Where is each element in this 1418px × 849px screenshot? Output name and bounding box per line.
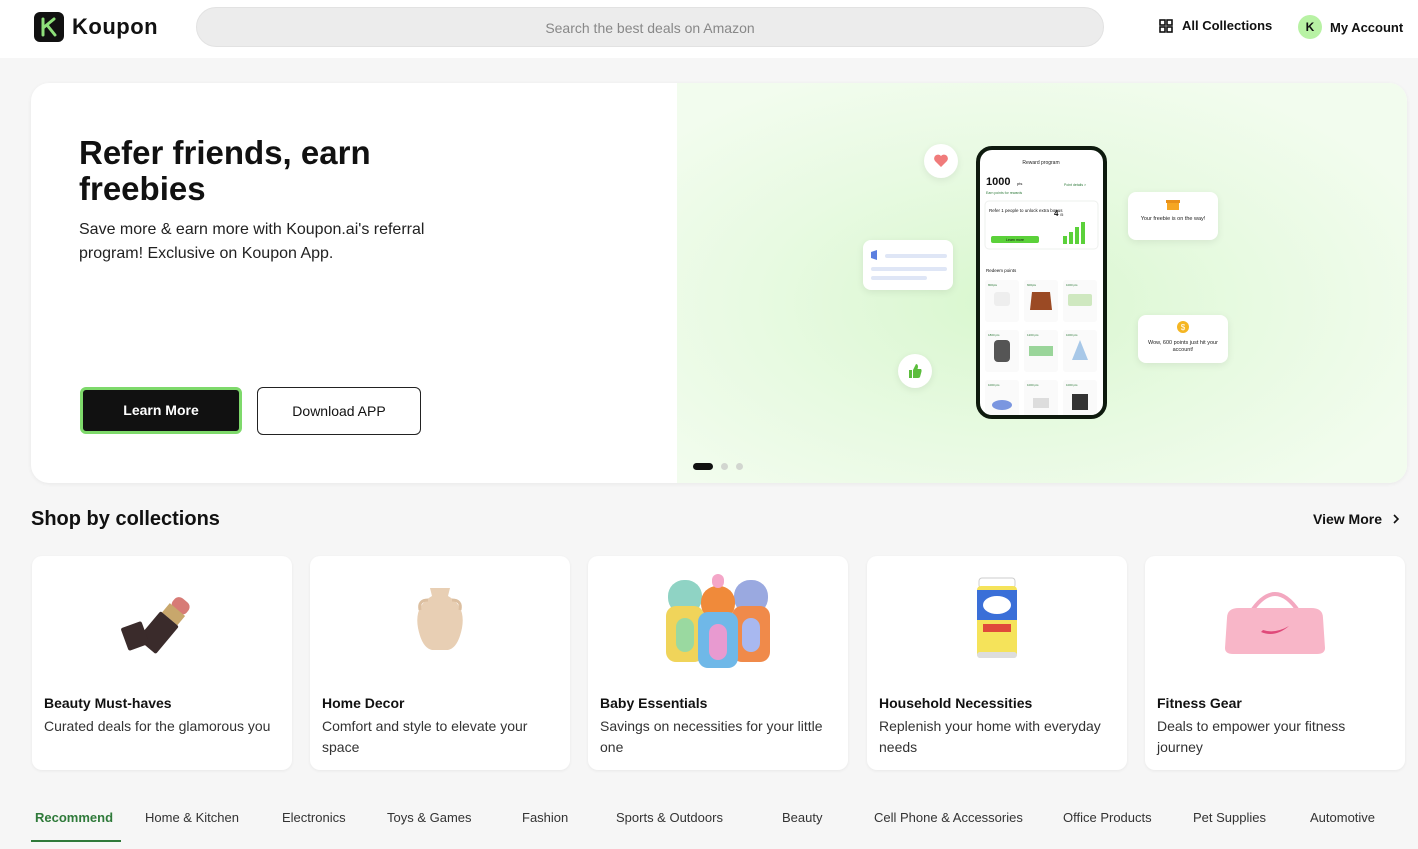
svg-text:1000 pts: 1000 pts xyxy=(1066,383,1078,387)
collection-card-household[interactable]: Household Necessities Replenish your hom… xyxy=(867,556,1127,770)
svg-text:600pts: 600pts xyxy=(1027,283,1037,287)
card-desc: Comfort and style to elevate your space xyxy=(322,718,528,755)
carousel-dot-3[interactable] xyxy=(736,463,743,470)
tab-pet-supplies[interactable]: Pet Supplies xyxy=(1193,810,1266,825)
card-desc: Savings on necessities for your little o… xyxy=(600,718,823,755)
hero-banner: Refer friends, earn freebies Save more &… xyxy=(31,83,1407,483)
coin-icon: $ xyxy=(1177,321,1189,333)
koupon-logo-icon xyxy=(34,12,64,42)
phone-mockup: Reward program 1000 pts Point details > … xyxy=(976,146,1107,419)
view-more-label: View More xyxy=(1313,511,1382,527)
tab-electronics[interactable]: Electronics xyxy=(282,810,346,825)
svg-text:1000 pts: 1000 pts xyxy=(988,383,1000,387)
svg-text:1000 pts: 1000 pts xyxy=(1027,383,1039,387)
all-collections-label: All Collections xyxy=(1182,18,1273,33)
card-title: Home Decor xyxy=(322,695,405,711)
hero-subtitle: Save more & earn more with Koupon.ai's r… xyxy=(79,221,425,262)
collection-card-baby[interactable]: Baby Essentials Savings on necessities f… xyxy=(588,556,848,770)
learn-more-button[interactable]: Learn More xyxy=(80,387,242,434)
carousel-dots xyxy=(693,463,751,470)
svg-text:1200 pts: 1200 pts xyxy=(1027,333,1039,337)
gym-bag-image xyxy=(1225,592,1325,654)
message-bubble xyxy=(863,240,953,290)
collection-card-beauty[interactable]: Beauty Must-haves Curated deals for the … xyxy=(32,556,292,770)
phone-reward-grid: 800pts 600pts 1000 pts 1800 pts 1200 pts… xyxy=(985,280,1097,415)
card-title: Fitness Gear xyxy=(1157,695,1242,711)
tab-cell-phone[interactable]: Cell Phone & Accessories xyxy=(874,810,1023,825)
phone-refer-text: Refer 1 people to unlock extra bonus xyxy=(989,208,1063,213)
tab-office-products[interactable]: Office Products xyxy=(1063,810,1152,825)
freebie-bubble: Your freebie is on the way! xyxy=(1128,192,1218,240)
search-placeholder: Search the best deals on Amazon xyxy=(545,20,755,36)
heart-icon xyxy=(924,144,958,178)
svg-text:$: $ xyxy=(1181,323,1186,332)
svg-text:1800 pts: 1800 pts xyxy=(988,333,1000,337)
my-account-label: My Account xyxy=(1330,19,1404,35)
card-desc: Curated deals for the glamorous you xyxy=(44,718,271,734)
collections-title: Shop by collections xyxy=(31,508,220,530)
active-tab-indicator xyxy=(31,840,121,842)
baby-bottles-image xyxy=(666,574,770,668)
card-desc: Deals to empower your fitness journey xyxy=(1157,718,1346,755)
phone-earn-points: Earn points for rewards xyxy=(986,191,1022,195)
thumbs-up-icon xyxy=(898,354,932,388)
logo-text: Koupon xyxy=(72,14,159,39)
disinfectant-wipes-image xyxy=(977,577,1017,658)
phone-refer-count: 4 xyxy=(1054,209,1059,218)
avatar: K xyxy=(1298,15,1322,39)
all-collections-link[interactable]: All Collections xyxy=(1159,18,1272,33)
vase-image xyxy=(417,588,463,650)
card-title: Baby Essentials xyxy=(600,695,708,711)
tab-home-kitchen[interactable]: Home & Kitchen xyxy=(145,810,239,825)
tab-beauty[interactable]: Beauty xyxy=(782,810,822,825)
grid-icon xyxy=(1159,18,1173,33)
carousel-dot-2[interactable] xyxy=(721,463,728,470)
phone-points: 1000 xyxy=(986,176,1010,188)
lipstick-image xyxy=(121,597,190,654)
chevron-right-icon xyxy=(1393,514,1400,524)
collection-card-home-decor[interactable]: Home Decor Comfort and style to elevate … xyxy=(310,556,570,770)
logo[interactable]: Koupon xyxy=(34,12,158,42)
svg-text:1000 pts: 1000 pts xyxy=(1066,333,1078,337)
megaphone-icon xyxy=(871,250,947,280)
tab-fashion[interactable]: Fashion xyxy=(522,810,568,825)
top-header: Koupon Search the best deals on Amazon A… xyxy=(0,0,1418,58)
svg-text:1000 pts: 1000 pts xyxy=(1066,283,1078,287)
card-title: Beauty Must-haves xyxy=(44,695,172,711)
phone-redeem: Redeem points xyxy=(986,268,1017,273)
phone-header: Reward program xyxy=(1022,160,1059,166)
freebie-text: Your freebie is on the way! xyxy=(1140,216,1206,222)
tab-recommend[interactable]: Recommend xyxy=(35,810,113,825)
points-bubble: $ Wow, 600 points just hit your account! xyxy=(1138,315,1228,363)
svg-text:800pts: 800pts xyxy=(988,283,998,287)
hero-title: Refer friends, earn freebies xyxy=(79,134,371,207)
tab-automotive[interactable]: Automotive xyxy=(1310,810,1375,825)
phone-point-details: Point details > xyxy=(1064,183,1086,187)
category-tabs: Recommend Home & Kitchen Electronics Toy… xyxy=(31,810,1407,844)
phone-points-unit: pts xyxy=(1017,181,1022,186)
points-text: Wow, 600 points just hit your account! xyxy=(1148,340,1218,353)
collection-card-fitness[interactable]: Fitness Gear Deals to empower your fitne… xyxy=(1145,556,1405,770)
carousel-dot-1[interactable] xyxy=(693,463,713,470)
card-desc: Replenish your home with everyday needs xyxy=(879,718,1101,755)
tab-toys-games[interactable]: Toys & Games xyxy=(387,810,472,825)
download-app-button[interactable]: Download APP xyxy=(257,387,421,435)
card-title: Household Necessities xyxy=(879,695,1033,711)
gift-icon xyxy=(1166,200,1180,210)
tab-sports-outdoors[interactable]: Sports & Outdoors xyxy=(616,810,723,825)
phone-learn-more: Learn more xyxy=(1006,238,1024,242)
view-more-link[interactable]: View More xyxy=(1313,511,1400,527)
hero-illustration: Reward program 1000 pts Point details > … xyxy=(677,83,1407,483)
my-account-link[interactable]: K My Account xyxy=(1298,15,1403,39)
search-input[interactable]: Search the best deals on Amazon xyxy=(196,7,1104,47)
